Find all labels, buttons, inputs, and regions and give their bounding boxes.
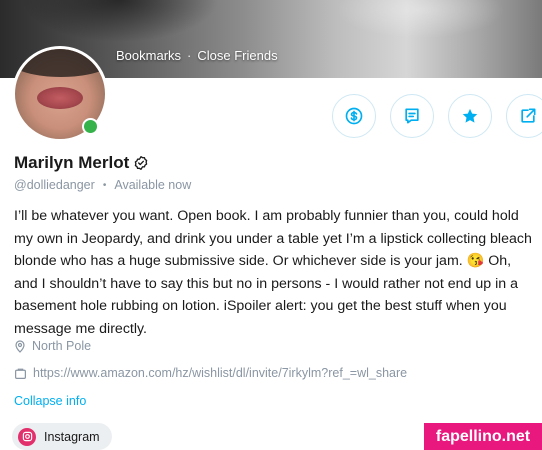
star-icon (462, 108, 478, 123)
location-text: North Pole (32, 339, 92, 353)
favorite-button[interactable] (448, 94, 492, 138)
location-row: North Pole (14, 339, 91, 353)
avatar-lips (37, 87, 83, 109)
share-icon (521, 108, 536, 123)
avatar-hair (15, 49, 105, 77)
profile-name: Marilyn Merlot (14, 153, 130, 172)
collapse-info-link[interactable]: Collapse info (14, 394, 86, 408)
bookmarks-link[interactable]: Bookmarks (116, 48, 181, 63)
separator-dot: • (102, 179, 107, 191)
profile-handle: @dolliedanger (14, 178, 95, 192)
message-button[interactable] (390, 94, 434, 138)
online-status-dot (82, 118, 99, 135)
location-pin-icon (15, 340, 25, 353)
instagram-label: Instagram (44, 429, 100, 444)
link-icon (15, 368, 26, 379)
availability-status: Available now (114, 178, 192, 192)
tip-button[interactable] (332, 94, 376, 138)
profile-bio: I’ll be whatever you want. Open book. I … (14, 208, 532, 337)
nav-separator: · (187, 48, 192, 63)
share-button[interactable] (506, 94, 542, 138)
watermark: fapellino.net (424, 423, 542, 450)
cover-nav: Bookmarks · Close Friends (116, 48, 278, 63)
verified-icon (133, 155, 149, 171)
profile-name-row: Marilyn Merlot (14, 153, 149, 173)
link-row: https://www.amazon.com/hz/wishlist/dl/in… (14, 366, 407, 380)
wishlist-link[interactable]: https://www.amazon.com/hz/wishlist/dl/in… (33, 366, 407, 380)
close-friends-link[interactable]: Close Friends (197, 48, 277, 63)
message-icon (405, 108, 419, 124)
handle-row: @dolliedanger • Available now (14, 178, 191, 192)
profile-actions (332, 94, 542, 138)
instagram-chip[interactable]: Instagram (12, 423, 112, 450)
instagram-icon (18, 427, 36, 446)
dollar-icon (345, 107, 363, 125)
